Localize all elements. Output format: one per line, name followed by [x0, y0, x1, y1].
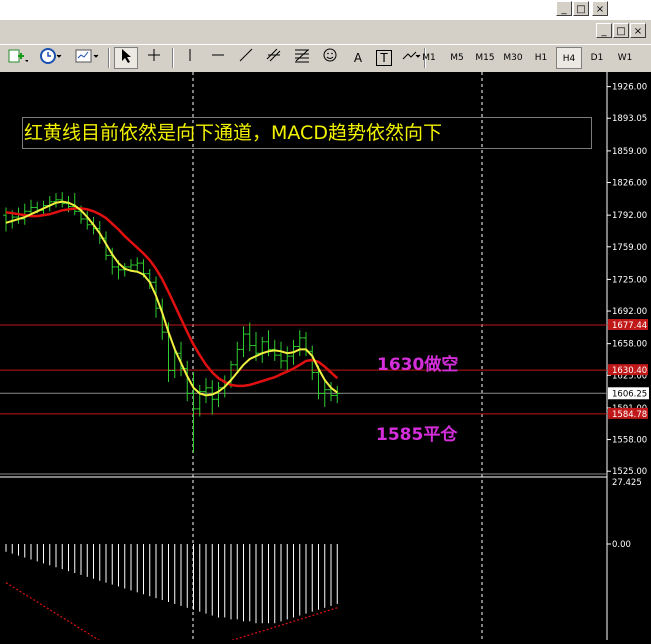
timeframe-m15[interactable]: M15 — [472, 47, 498, 69]
inner-minimize-button[interactable]: _ — [596, 23, 612, 38]
toolbar-separator — [172, 48, 174, 68]
text-tool-icon[interactable] — [320, 47, 340, 69]
price-tick-label: 1558.00 — [612, 436, 647, 446]
price-marker-label: 1677.44 — [612, 321, 647, 331]
price-tick-label: 1759.00 — [612, 243, 647, 253]
timeframe-h4[interactable]: H4 — [556, 47, 582, 69]
price-tick-label: 1658.00 — [612, 340, 647, 350]
maximize-button[interactable]: □ — [573, 1, 589, 16]
price-tick-label: 1893.05 — [612, 114, 647, 124]
timeframe-d1[interactable]: D1 — [584, 47, 610, 69]
fibonacci-icon[interactable] — [290, 47, 314, 69]
inner-restore-button[interactable]: □ — [613, 23, 629, 38]
chart-background — [0, 72, 651, 640]
toolbar-row: A T M1 M5 M15 M30 H1 H4 D1 W1 — [0, 44, 651, 71]
timeframe-h1[interactable]: H1 — [528, 47, 554, 69]
inner-close-button[interactable]: × — [630, 23, 646, 38]
price-tick-label: 1725.00 — [612, 275, 647, 285]
price-tick-label: 1692.00 — [612, 307, 647, 317]
sell-label: 1630做空 — [377, 355, 459, 375]
trading-window: _ □ × _ □ × A T M1 M5 M15 M30 H1 H4 D1 W… — [0, 0, 651, 644]
price-tick-label: 1926.00 — [612, 83, 647, 93]
timeframe-m1[interactable]: M1 — [416, 47, 442, 69]
inner-window-bar: _ □ × — [0, 20, 651, 42]
macd-tick-label: 27.425 — [612, 478, 642, 488]
channel-icon[interactable] — [262, 47, 286, 69]
crosshair-icon[interactable] — [142, 47, 166, 69]
close-button[interactable]: × — [592, 1, 608, 16]
label-tool-button[interactable]: T — [372, 47, 396, 69]
toolbar-separator — [108, 48, 110, 68]
vertical-line-icon[interactable] — [178, 47, 202, 69]
template-icon[interactable] — [72, 47, 102, 69]
clock-icon[interactable] — [36, 47, 66, 69]
price-marker-label: 1630.40 — [612, 366, 647, 376]
title-bar: _ □ × — [0, 0, 651, 20]
current-price-label: 1606.25 — [612, 389, 647, 399]
trendline-icon[interactable] — [234, 47, 258, 69]
headline-annotation: 红黄线目前依然是向下通道，MACD趋势依然向下 — [22, 117, 592, 149]
new-chart-icon[interactable] — [4, 47, 30, 69]
price-tick-label: 1826.00 — [612, 179, 647, 189]
price-tick-label: 1525.00 — [612, 467, 647, 477]
toolbar: _ □ × A T M1 M5 M15 M30 H1 H4 D1 W1 — [0, 20, 651, 72]
macd-tick-label: 0.00 — [612, 540, 631, 550]
cursor-icon[interactable] — [114, 47, 138, 69]
timeframe-m5[interactable]: M5 — [444, 47, 470, 69]
timeframe-w1[interactable]: W1 — [612, 47, 638, 69]
close-label: 1585平仓 — [376, 425, 458, 445]
horizontal-line-icon[interactable] — [206, 47, 230, 69]
timeframe-m30[interactable]: M30 — [500, 47, 526, 69]
text-tool-button[interactable]: A — [346, 47, 370, 69]
price-tick-label: 1792.00 — [612, 211, 647, 221]
price-chart: 1926.00 1893.05 1859.00 1826.00 1792.00 1759.… — [0, 72, 651, 644]
minimize-button[interactable]: _ — [556, 1, 572, 16]
price-tick-label: 1859.00 — [612, 147, 647, 157]
price-marker-label: 1584.78 — [612, 410, 647, 420]
chart-area: 1926.00 1893.05 1859.00 1826.00 1792.00 1759.… — [0, 72, 651, 644]
